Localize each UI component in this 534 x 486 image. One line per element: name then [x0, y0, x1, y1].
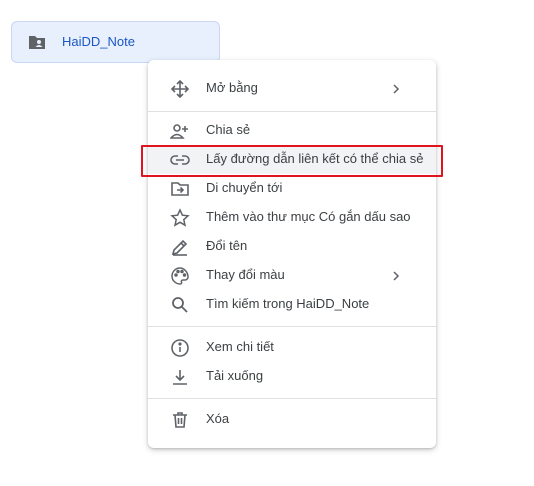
- menu-item-label: Mở bằng: [206, 80, 258, 95]
- context-menu: Mở bằng Chia sẻ Lấy đường dẫn liên kết c…: [148, 60, 436, 448]
- add-person-icon: [170, 121, 190, 141]
- menu-item-label: Xem chi tiết: [206, 339, 274, 354]
- menu-item-download[interactable]: Tải xuống: [148, 363, 436, 391]
- menu-item-label: Tải xuống: [206, 368, 264, 383]
- folder-name: HaiDD_Note: [62, 34, 135, 49]
- chevron-right-icon: [390, 266, 402, 286]
- menu-item-delete[interactable]: Xóa: [148, 406, 436, 434]
- star-icon: [170, 208, 190, 228]
- menu-item-share[interactable]: Chia sẻ: [148, 117, 436, 145]
- menu-item-label: Thay đổi màu: [206, 267, 285, 282]
- menu-divider: [148, 398, 436, 399]
- pencil-icon: [170, 237, 190, 257]
- menu-item-move-to[interactable]: Di chuyển tới: [148, 175, 436, 203]
- menu-divider: [148, 111, 436, 112]
- menu-item-add-starred[interactable]: Thêm vào thư mục Có gắn dấu sao: [148, 204, 436, 232]
- shared-folder-icon: [28, 34, 46, 50]
- search-icon: [170, 295, 190, 315]
- menu-item-label: Xóa: [206, 411, 230, 426]
- menu-item-label: Chia sẻ: [206, 122, 251, 137]
- menu-item-label: Tìm kiếm trong HaiDD_Note: [206, 296, 370, 311]
- menu-item-label: Di chuyển tới: [206, 180, 283, 195]
- menu-item-search-in-folder[interactable]: Tìm kiếm trong HaiDD_Note: [148, 291, 436, 319]
- move-to-folder-icon: [170, 179, 190, 199]
- move-arrows-icon: [170, 79, 190, 99]
- info-icon: [170, 338, 190, 358]
- menu-item-rename[interactable]: Đổi tên: [148, 233, 436, 261]
- folder-item[interactable]: HaiDD_Note: [11, 21, 220, 63]
- menu-item-change-color[interactable]: Thay đổi màu: [148, 262, 436, 290]
- menu-item-label: Thêm vào thư mục Có gắn dấu sao: [206, 209, 411, 224]
- annotation-highlight-box: [141, 145, 443, 177]
- menu-item-open-with[interactable]: Mở bằng: [148, 75, 436, 103]
- menu-divider: [148, 326, 436, 327]
- palette-icon: [170, 266, 190, 286]
- menu-item-label: Đổi tên: [206, 238, 248, 253]
- download-icon: [170, 367, 190, 387]
- trash-icon: [170, 410, 190, 430]
- chevron-right-icon: [390, 79, 402, 99]
- menu-item-view-details[interactable]: Xem chi tiết: [148, 334, 436, 362]
